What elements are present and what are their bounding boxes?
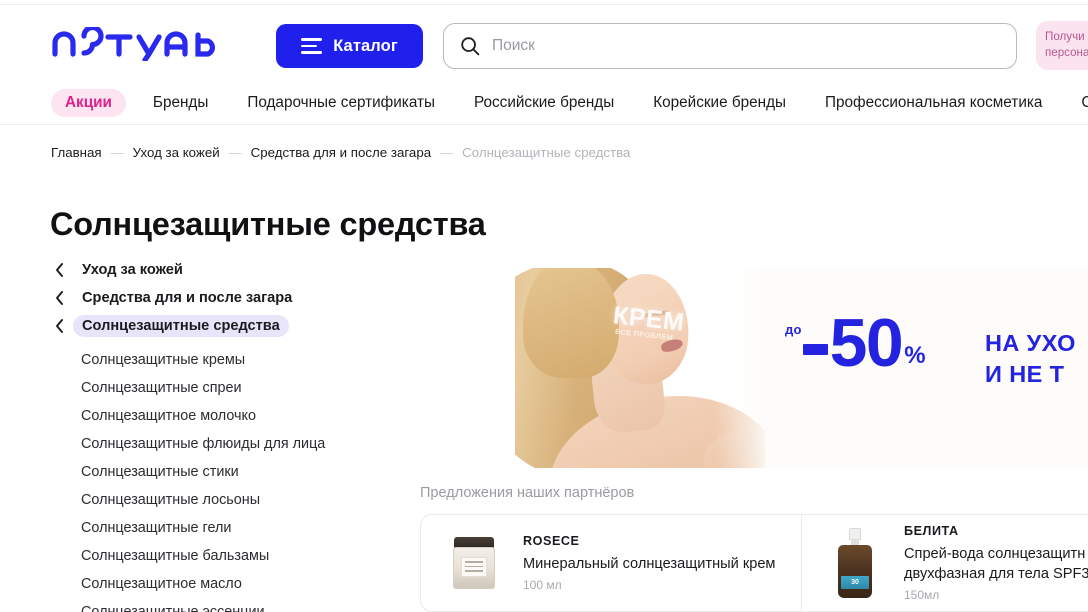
catalog-button[interactable]: Каталог — [276, 24, 423, 68]
sidebar-parent-skincare[interactable]: Уход за кожей — [50, 256, 400, 284]
search-input[interactable] — [492, 24, 1000, 68]
breadcrumb-item-current: Солнцезащитные средства — [462, 145, 631, 160]
product-brand: БЕЛИТА — [904, 524, 959, 538]
sidebar-parent-label: Средства для и после загара — [82, 290, 293, 306]
product-name-line2: двухфазная для тела SPF30 — [904, 566, 1088, 582]
sidebar-item-milk[interactable]: Солнцезащитное молочко — [50, 402, 400, 430]
search-bar[interactable] — [443, 23, 1017, 69]
catalog-button-label: Каталог — [333, 36, 398, 55]
sidebar-item-lotions[interactable]: Солнцезащитные лосьоны — [50, 486, 400, 514]
sidebar-item-sprays[interactable]: Солнцезащитные спреи — [50, 374, 400, 402]
sidebar-parent-tanning[interactable]: Средства для и после загара — [50, 284, 400, 312]
sidebar-item-sticks[interactable]: Солнцезащитные стики — [50, 458, 400, 486]
breadcrumb-item-tanning[interactable]: Средства для и после загара — [251, 145, 431, 160]
spray-bottle-image: 30 — [824, 527, 886, 599]
site-header: Каталог Получи персона — [0, 5, 1088, 82]
sidebar-parent-label: Уход за кожей — [82, 262, 183, 278]
banner-headline-line2: И НЕ Т — [985, 361, 1065, 387]
promo-banner[interactable]: КРЕМ ВСЕ ПРОБЛЕМ до 50 % НА УХО И НЕ Т — [515, 268, 1088, 468]
breadcrumb: Главная — Уход за кожей — Средства для и… — [51, 145, 630, 160]
promo-badge-line2: персона — [1045, 46, 1088, 59]
chevron-left-icon — [50, 319, 68, 333]
banner-discount: до 50 % — [785, 305, 926, 381]
partners-section-title: Предложения наших партнёров — [420, 485, 635, 501]
banner-discount-number: 50 — [829, 305, 904, 381]
cream-jar-image — [443, 527, 505, 599]
page-title: Солнцезащитные средства — [50, 205, 486, 242]
sidebar-item-balms[interactable]: Солнцезащитные бальзамы — [50, 542, 400, 570]
chevron-left-icon — [50, 291, 68, 305]
promo-badge-line1: Получи — [1045, 30, 1085, 43]
product-volume: 100 мл — [523, 578, 562, 592]
category-sidebar: Уход за кожей Средства для и после загар… — [50, 256, 400, 612]
partner-offers-list: ROSECE Минеральный солнцезащитный крем 1… — [420, 514, 1088, 612]
nav-item-brendy[interactable]: Бренды — [141, 89, 220, 117]
minus-sign-icon — [802, 344, 828, 355]
nav-item-russian-brands[interactable]: Российские бренды — [462, 89, 626, 117]
product-name: Минеральный солнцезащитный крем — [523, 556, 776, 572]
banner-discount-prefix: до — [785, 322, 802, 337]
breadcrumb-separator: — — [228, 145, 242, 160]
nav-item-akcii[interactable]: Акции — [51, 89, 126, 117]
product-volume: 150мл — [904, 588, 940, 602]
sidebar-item-gels[interactable]: Солнцезащитные гели — [50, 514, 400, 542]
search-icon — [460, 36, 480, 56]
sidebar-item-oil[interactable]: Солнцезащитное масло — [50, 570, 400, 598]
nav-item-professional-cosmetics[interactable]: Профессиональная косметика — [813, 89, 1054, 117]
sidebar-item-essences[interactable]: Солнцезащитные эссенции — [50, 598, 400, 612]
banner-discount-percent: % — [904, 342, 926, 369]
banner-headline-line1: НА УХО — [985, 330, 1076, 356]
sidebar-parent-label: Солнцезащитные средства — [73, 315, 289, 337]
partner-product-card[interactable]: ROSECE Минеральный солнцезащитный крем 1… — [421, 515, 801, 611]
chevron-left-icon — [50, 263, 68, 277]
letual-logo[interactable] — [51, 27, 223, 61]
breadcrumb-separator: — — [110, 145, 124, 160]
main-navigation: Акции Бренды Подарочные сертификаты Росс… — [0, 82, 1088, 125]
breadcrumb-item-home[interactable]: Главная — [51, 145, 102, 160]
sidebar-parent-sunscreen-selected[interactable]: Солнцезащитные средства — [50, 312, 400, 340]
sidebar-item-creams[interactable]: Солнцезащитные кремы — [50, 346, 400, 374]
product-name: Спрей-вода солнцезащитн — [904, 546, 1086, 562]
nav-item-clean-beauty[interactable]: Clean beauty — [1069, 89, 1088, 117]
sidebar-subcategory-list: Солнцезащитные кремы Солнцезащитные спре… — [50, 346, 400, 612]
personal-offer-badge[interactable]: Получи персона — [1036, 21, 1088, 70]
hamburger-menu-icon — [301, 38, 323, 54]
page-root: Каталог Получи персона Акции Бренды Пода… — [0, 0, 1088, 612]
banner-photo-fade — [715, 268, 785, 468]
product-brand: ROSECE — [523, 534, 580, 548]
breadcrumb-separator: — — [440, 145, 454, 160]
sidebar-item-fluids[interactable]: Солнцезащитные флюиды для лица — [50, 430, 400, 458]
partner-product-card[interactable]: 30 БЕЛИТА Спрей-вода солнцезащитн двухфа… — [801, 515, 1088, 611]
nav-item-gift-certificates[interactable]: Подарочные сертификаты — [235, 89, 447, 117]
nav-item-korean-brands[interactable]: Корейские бренды — [641, 89, 798, 117]
banner-headline: НА УХО И НЕ Т — [985, 328, 1076, 390]
breadcrumb-item-skincare[interactable]: Уход за кожей — [133, 145, 220, 160]
